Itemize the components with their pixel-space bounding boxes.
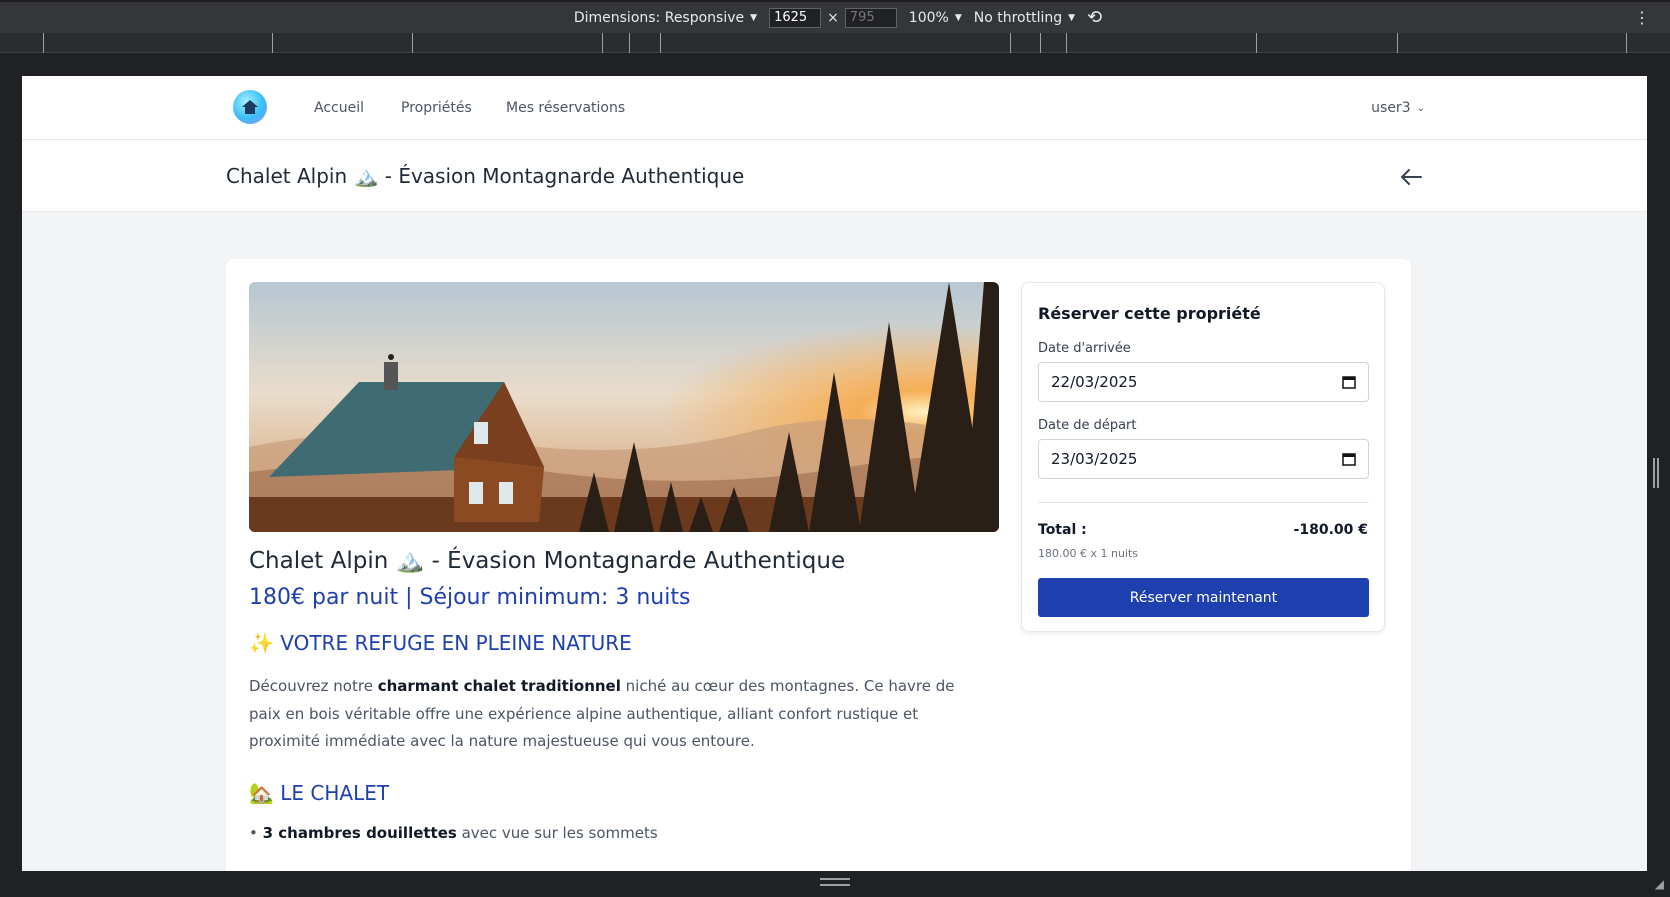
list-item: • 3 chambres douillettes avec vue sur le…	[249, 824, 658, 842]
zoom-label: 100%	[908, 9, 949, 26]
property-card: Chalet Alpin 🏔️ - Évasion Montagnarde Au…	[226, 259, 1411, 871]
back-button[interactable]	[1394, 160, 1428, 194]
arrival-date-input[interactable]: 22/03/2025	[1038, 362, 1369, 402]
calendar-icon[interactable]	[1342, 452, 1356, 466]
booking-panel: Réserver cette propriété Date d'arrivée …	[1021, 282, 1385, 632]
house-logo-icon	[242, 100, 258, 114]
arrow-left-icon	[1401, 169, 1422, 185]
site-logo[interactable]	[233, 90, 267, 124]
more-options-icon[interactable]: ⋮	[1634, 8, 1650, 27]
book-now-button[interactable]: Réserver maintenant	[1038, 578, 1369, 617]
calendar-icon[interactable]	[1342, 375, 1356, 389]
page-title: Chalet Alpin 🏔️ - Évasion Montagnarde Au…	[226, 164, 745, 188]
times-symbol: ×	[827, 9, 839, 26]
departure-date-input[interactable]: 23/03/2025	[1038, 439, 1369, 479]
desc-highlight: charmant chalet traditionnel	[377, 677, 621, 695]
property-price: 180€ par nuit | Séjour minimum: 3 nuits	[249, 585, 691, 610]
resize-handle-bottom[interactable]	[820, 878, 850, 886]
price-breakdown: 180.00 € x 1 nuits	[1038, 547, 1139, 560]
chevron-down-icon: ⌄	[1416, 102, 1425, 114]
nav-link-accueil[interactable]: Accueil	[314, 100, 364, 116]
divider	[1038, 502, 1369, 503]
arrival-date-value: 22/03/2025	[1051, 373, 1138, 391]
width-input[interactable]: 1625	[769, 7, 822, 28]
total-label: Total :	[1038, 522, 1087, 538]
caret-down-icon: ▼	[954, 12, 962, 23]
property-title: Chalet Alpin 🏔️ - Évasion Montagnarde Au…	[249, 548, 846, 574]
throttling-dropdown[interactable]: No throttling ▼	[974, 10, 1075, 26]
username: user3	[1371, 100, 1411, 116]
departure-label: Date de départ	[1038, 418, 1137, 433]
caret-down-icon: ▼	[1068, 12, 1076, 23]
page-viewport: Accueil Propriétés Mes réservations user…	[22, 76, 1647, 871]
throttling-label: No throttling	[973, 9, 1063, 26]
section-heading-refuge: ✨ VOTRE REFUGE EN PLEINE NATURE	[249, 631, 632, 655]
zoom-dropdown[interactable]: 100% ▼	[909, 10, 962, 26]
page-header: Chalet Alpin 🏔️ - Évasion Montagnarde Au…	[22, 140, 1647, 212]
devtools-toolbar: Dimensions: Responsive ▼ 1625 × 795 100%…	[0, 0, 1670, 33]
top-navbar: Accueil Propriétés Mes réservations user…	[22, 76, 1647, 140]
property-description: Découvrez notre charmant chalet traditio…	[249, 677, 955, 750]
caret-down-icon: ▼	[750, 12, 758, 23]
property-image	[249, 282, 999, 532]
dimensions-label: Dimensions: Responsive	[573, 9, 745, 26]
nav-link-reservations[interactable]: Mes réservations	[506, 100, 625, 116]
dimensions-dropdown[interactable]: Dimensions: Responsive ▼	[574, 10, 757, 26]
resize-handle-right[interactable]	[1653, 458, 1659, 488]
total-value: -180.00 €	[1293, 522, 1368, 538]
user-menu[interactable]: user3 ⌄	[1371, 100, 1425, 116]
departure-date-value: 23/03/2025	[1051, 450, 1138, 468]
section-heading-chalet: 🏡 LE CHALET	[249, 781, 390, 805]
height-input[interactable]: 795	[844, 7, 897, 28]
booking-heading: Réserver cette propriété	[1038, 304, 1261, 323]
rotate-icon[interactable]: ⟲	[1087, 7, 1102, 28]
media-query-ruler	[0, 33, 1670, 53]
nav-link-proprietes[interactable]: Propriétés	[401, 100, 472, 116]
resize-corner-icon[interactable]: ◢	[1655, 877, 1664, 891]
arrival-label: Date d'arrivée	[1038, 341, 1131, 356]
